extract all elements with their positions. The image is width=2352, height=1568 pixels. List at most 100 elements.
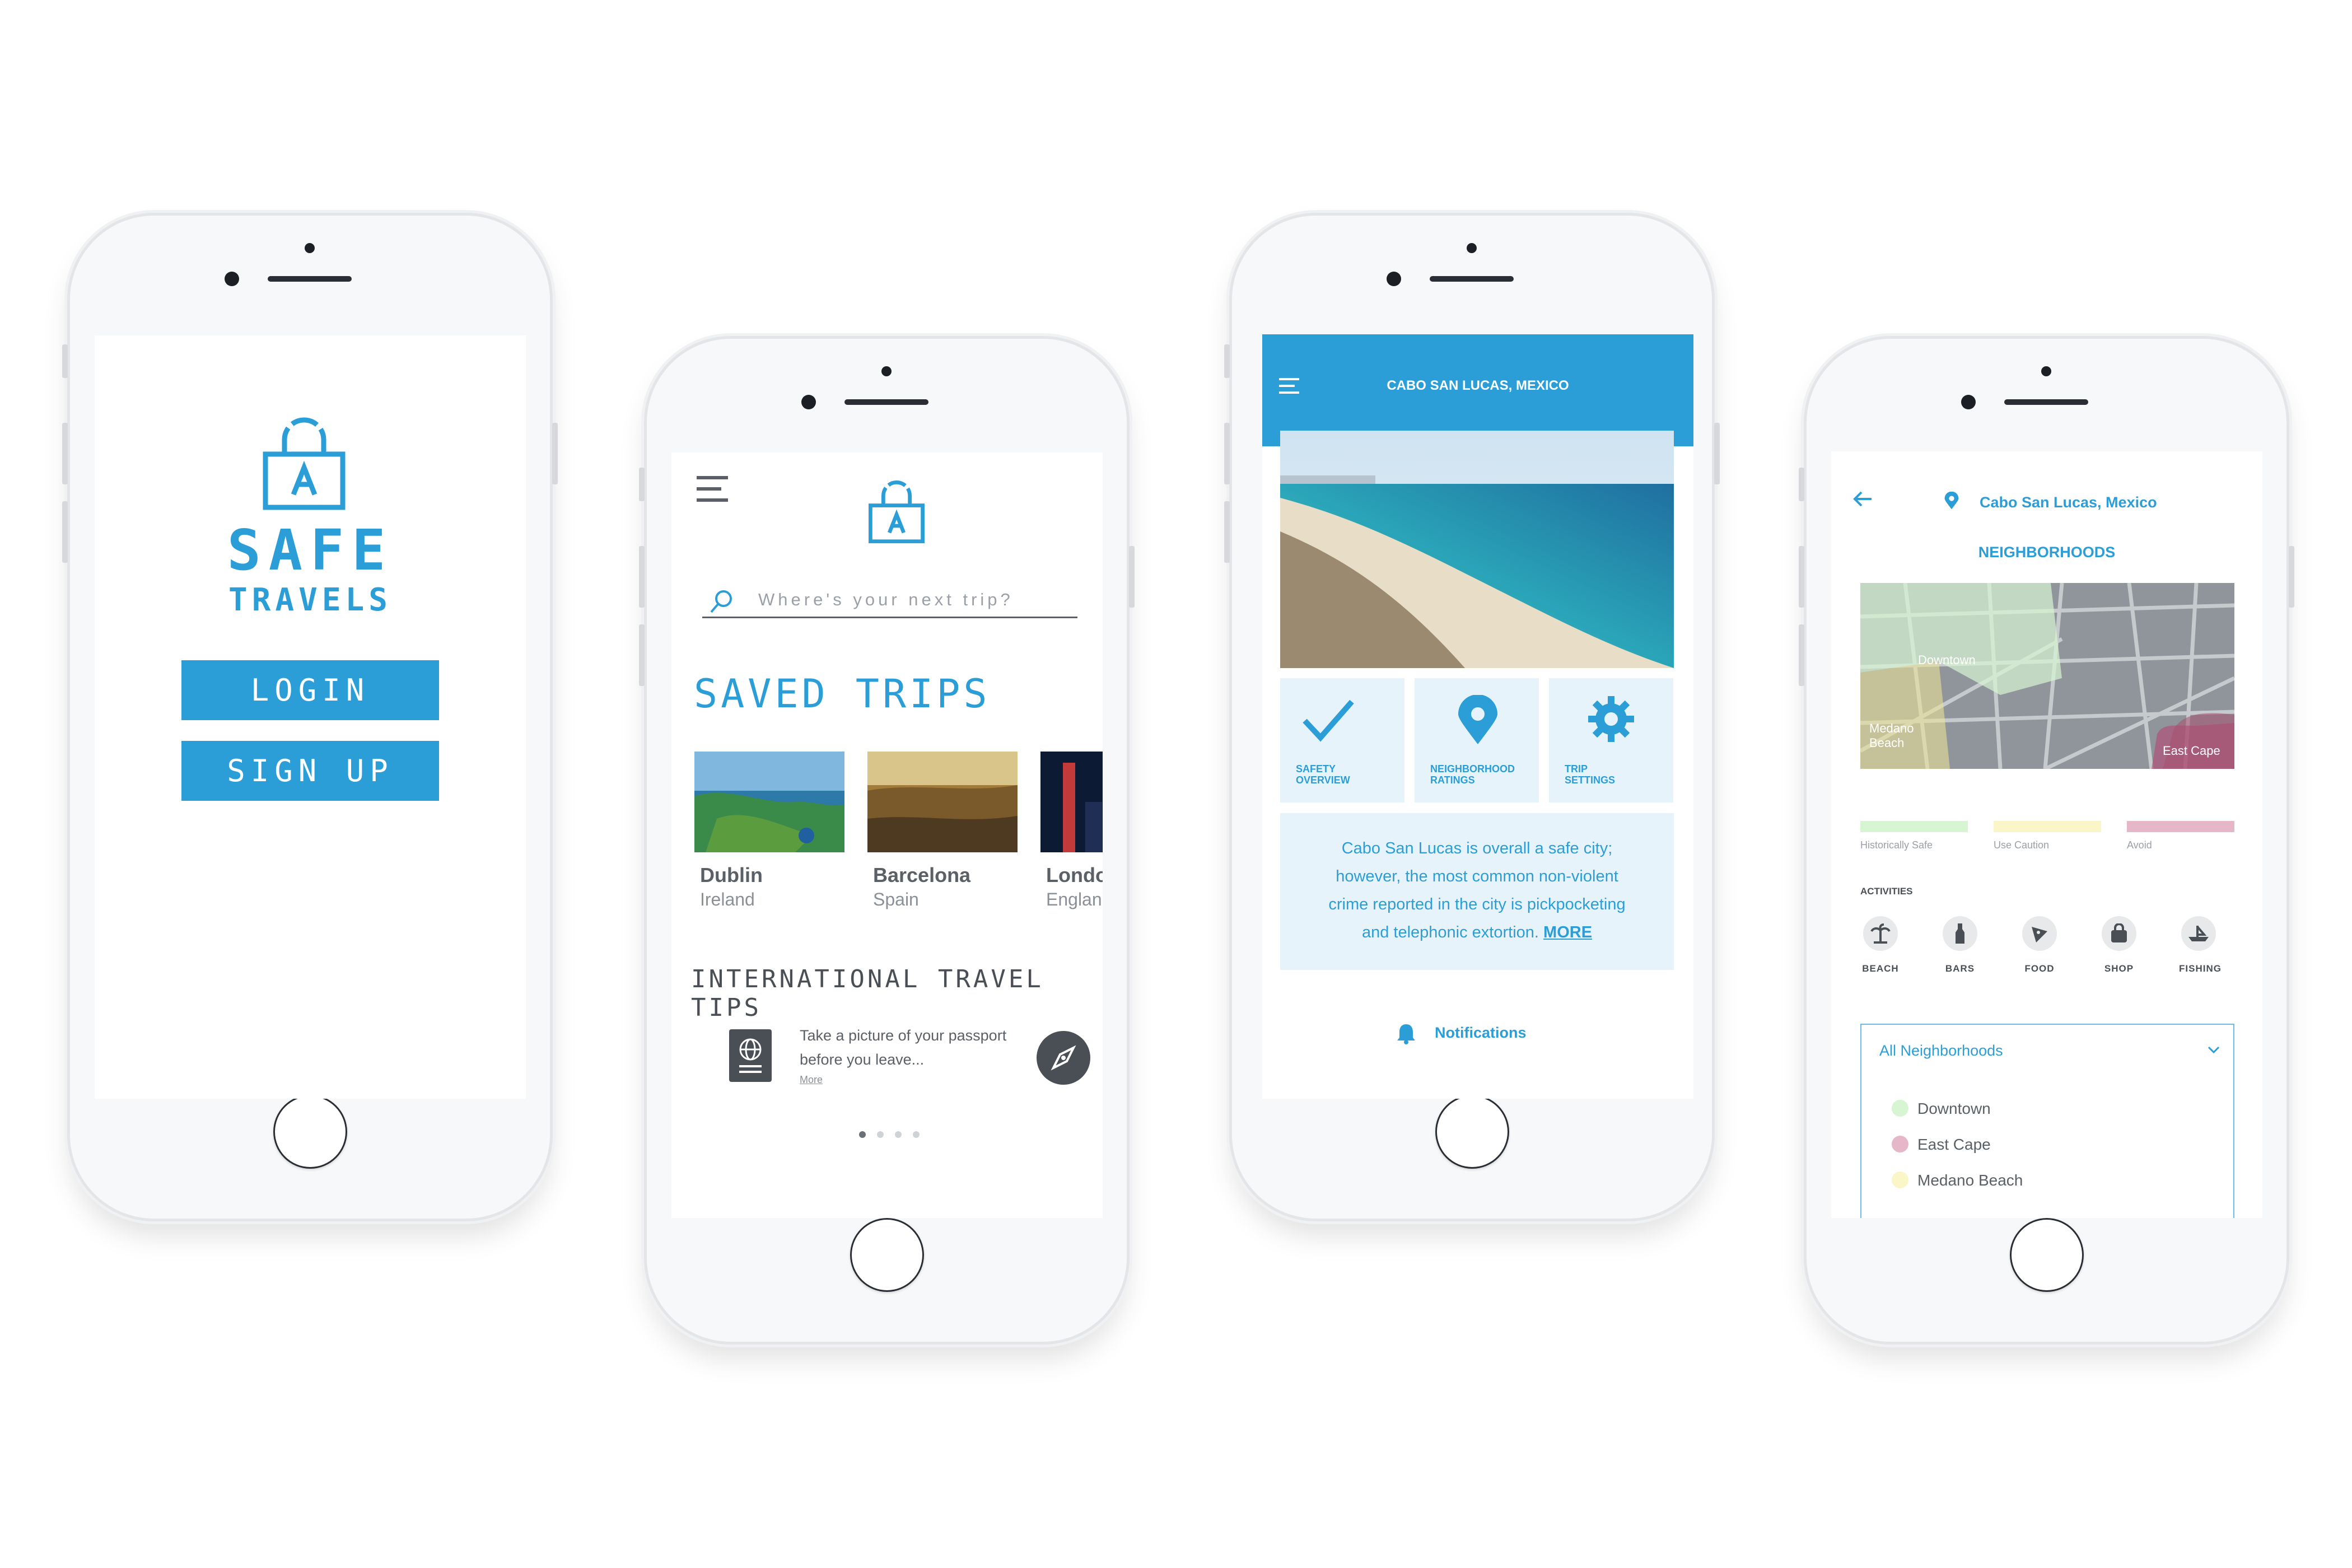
login-screen: SAFE TRAVELS LOGIN SIGN UP (95, 335, 526, 1099)
more-link[interactable]: MORE (1543, 923, 1592, 941)
bottle-icon (1956, 923, 1964, 944)
option-medano-beach[interactable]: Medano Beach (1861, 1169, 2233, 1196)
page-dot[interactable] (877, 1131, 884, 1138)
shopping-bag-icon (2111, 923, 2127, 942)
neighborhood-dropdown[interactable]: All Neighborhoods (1860, 1024, 2234, 1077)
activity-bars[interactable]: BARS (1940, 916, 1980, 974)
activity-label: SHOP (2104, 963, 2134, 974)
option-label: East Cape (1917, 1136, 1991, 1153)
trip-card[interactable]: London England (1040, 752, 1103, 914)
speaker (2004, 399, 2088, 405)
option-east-cape[interactable]: East Cape (1861, 1133, 2233, 1160)
tip-more-link[interactable]: More (800, 1074, 823, 1086)
passport-icon (729, 1029, 772, 1082)
volume-button (62, 423, 68, 484)
home-button[interactable] (273, 1095, 347, 1169)
overview-screen: CABO SAN LUCAS, MEXICO SAFETY OVERVIEW N… (1262, 334, 1693, 1099)
map-label-east-cape: East Cape (2163, 744, 2220, 758)
sensor (1467, 243, 1477, 253)
bell-icon (1397, 1024, 1415, 1044)
map-label-medano: Medano Beach (1869, 721, 1914, 750)
chevron-down-icon (2208, 1046, 2220, 1054)
activities-title: ACTIVITIES (1860, 886, 1913, 897)
activity-label: FISHING (2179, 963, 2222, 974)
sensor (2041, 366, 2051, 376)
boat-icon (2188, 926, 2209, 941)
volume-button (1224, 501, 1230, 563)
activity-label: FOOD (2024, 963, 2055, 974)
brand-line-1: SAFE (227, 517, 394, 583)
location-pin-icon (1944, 492, 1959, 510)
color-dot (1892, 1172, 1908, 1188)
volume-button (639, 468, 645, 501)
tile-label: TRIP SETTINGS (1565, 763, 1616, 786)
search-bar[interactable]: Where's your next trip? (702, 577, 1077, 618)
home-button[interactable] (1435, 1095, 1509, 1169)
home-button[interactable] (850, 1218, 924, 1292)
sensor (881, 366, 892, 376)
login-button[interactable]: LOGIN (181, 660, 439, 720)
volume-button (62, 501, 68, 563)
home-button[interactable] (2010, 1218, 2084, 1292)
phone-neighborhoods: Cabo San Lucas, Mexico NEIGHBORHOODS Dow… (1799, 339, 2294, 1342)
signup-button[interactable]: SIGN UP (181, 741, 439, 801)
color-dot (1892, 1136, 1908, 1152)
volume-button (1799, 546, 1804, 608)
tile-trip-settings[interactable]: TRIP SETTINGS (1549, 678, 1673, 802)
page-dot[interactable] (859, 1131, 866, 1138)
activity-label: BEACH (1862, 963, 1899, 974)
volume-button (1224, 344, 1230, 378)
legend-label: Avoid (2127, 839, 2152, 851)
front-camera (1961, 395, 1976, 409)
option-downtown[interactable]: Downtown (1861, 1098, 2233, 1124)
search-input[interactable]: Where's your next trip? (758, 590, 1014, 610)
phone-overview: CABO SAN LUCAS, MEXICO SAFETY OVERVIEW N… (1224, 216, 1720, 1219)
trip-country: Spain (873, 889, 919, 909)
pizza-icon (2032, 927, 2047, 942)
trip-photo-london (1040, 752, 1103, 852)
legend-label: Use Caution (1994, 839, 2050, 851)
power-button (552, 423, 558, 484)
power-button (1714, 423, 1720, 484)
activity-label: BARS (1945, 963, 1975, 974)
trip-city: Dublin (700, 864, 763, 886)
notifications-label: Notifications (1435, 1024, 1527, 1041)
activity-shop[interactable]: SHOP (2099, 916, 2139, 974)
speaker (268, 276, 352, 282)
phone-login: SAFE TRAVELS LOGIN SIGN UP (62, 216, 558, 1219)
neighborhood-map[interactable] (1860, 583, 2234, 769)
activity-food[interactable]: FOOD (2020, 916, 2059, 974)
page-dot[interactable] (913, 1131, 920, 1138)
trip-photo-dublin (694, 752, 844, 852)
legend-bar-caution (1994, 821, 2101, 832)
volume-button (639, 624, 645, 686)
gear-icon (1588, 696, 1634, 742)
dropdown-selected-value: All Neighborhoods (1879, 1042, 2003, 1059)
front-camera (225, 272, 239, 286)
tile-label: NEIGHBORHOOD RATINGS (1430, 763, 1515, 786)
back-arrow-icon[interactable] (1852, 491, 1873, 507)
legend-label: Historically Safe (1860, 839, 1933, 851)
trip-card[interactable]: Dublin Ireland (694, 752, 846, 914)
compass-icon[interactable] (1035, 1030, 1091, 1086)
search-icon (710, 590, 732, 613)
power-button (1129, 546, 1135, 608)
dropdown-options-panel: Downtown East Cape Medano Beach (1860, 1076, 2234, 1218)
tile-neighborhood-ratings[interactable]: NEIGHBORHOOD RATINGS (1415, 678, 1539, 802)
power-button (2289, 546, 2294, 608)
trip-country: England (1046, 889, 1103, 909)
speaker (844, 399, 928, 405)
legend-bar-avoid (2127, 821, 2234, 832)
trip-card[interactable]: Barcelona Spain (867, 752, 1019, 914)
activity-fishing[interactable]: FISHING (2179, 916, 2222, 974)
trip-photo-barcelona (867, 752, 1018, 852)
safety-summary-card: Cabo San Lucas is overall a safe city; h… (1280, 813, 1674, 970)
page-dot[interactable] (895, 1131, 902, 1138)
hamburger-menu-icon[interactable] (697, 476, 728, 503)
activity-beach[interactable]: BEACH (1861, 916, 1900, 974)
neighborhoods-screen: Cabo San Lucas, Mexico NEIGHBORHOODS Dow… (1831, 451, 2262, 1218)
summary-text: Cabo San Lucas is overall a safe city; h… (1314, 834, 1640, 946)
home-screen: Where's your next trip? SAVED TRIPS Dubl… (671, 452, 1103, 1218)
tile-safety-overview[interactable]: SAFETY OVERVIEW (1280, 678, 1404, 802)
notifications-button[interactable]: Notifications (1397, 1019, 1565, 1047)
